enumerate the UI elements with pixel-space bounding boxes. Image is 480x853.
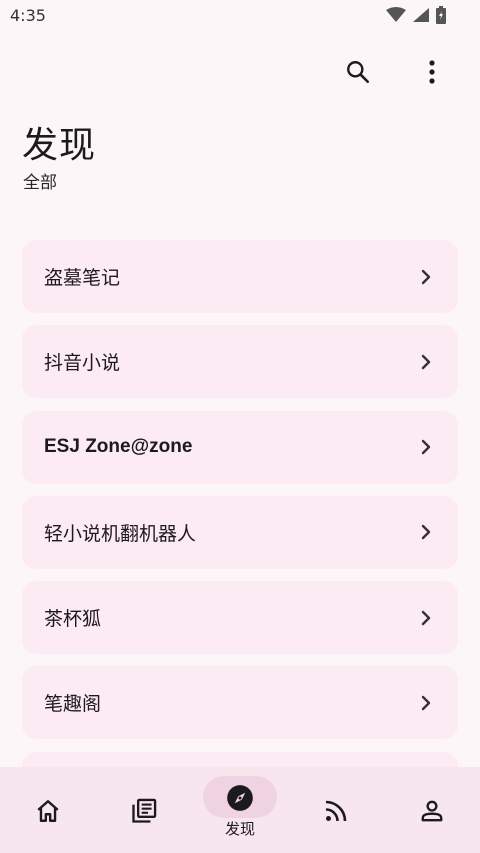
wifi-icon <box>386 7 406 23</box>
list-item[interactable]: 盗墓笔记 <box>22 240 458 313</box>
list-item[interactable]: 茶杯狐 <box>22 581 458 655</box>
list-item[interactable]: ESJ Zone@zone <box>22 410 458 484</box>
chevron-right-icon <box>416 608 436 628</box>
compass-icon <box>226 784 254 812</box>
list-item-label: 抖音小说 <box>44 352 121 375</box>
page-title: 发现 <box>22 125 97 166</box>
chevron-right-icon <box>416 522 436 542</box>
list-item-label: 笔趣阁 <box>44 693 102 716</box>
home-icon <box>34 797 62 825</box>
library-icon <box>130 797 158 825</box>
more-vert-icon <box>428 59 436 89</box>
list-item[interactable]: 笔趣阁 <box>22 666 458 740</box>
list-item[interactable]: 抖音小说 <box>22 325 458 399</box>
person-icon <box>418 797 446 825</box>
search-button[interactable] <box>340 56 376 92</box>
nav-rss[interactable] <box>288 767 384 853</box>
signal-icon <box>412 7 430 23</box>
chevron-right-icon <box>416 352 436 372</box>
chevron-right-icon <box>416 693 436 713</box>
top-actions <box>340 56 450 92</box>
chevron-right-icon <box>416 437 436 457</box>
bottom-nav: 发现 <box>0 767 480 853</box>
list-item-label: 茶杯狐 <box>44 608 102 631</box>
list-item-label: 盗墓笔记 <box>44 267 121 289</box>
page-subtitle[interactable]: 全部 <box>23 168 57 193</box>
nav-library[interactable] <box>96 767 192 853</box>
list-item[interactable]: 轻小说机翻机器人 <box>22 495 458 569</box>
search-icon <box>345 59 371 89</box>
status-bar: 4:35 <box>0 0 480 32</box>
nav-profile[interactable] <box>384 767 480 853</box>
list-item-label: ESJ Zone@zone <box>44 436 193 458</box>
source-list: 盗墓笔记 抖音小说 ESJ Zone@zone 轻小说机翻机器人 茶杯狐 笔趣阁 <box>22 240 458 837</box>
nav-home[interactable] <box>0 767 96 853</box>
nav-discover[interactable]: 发现 <box>192 767 288 853</box>
status-icons <box>386 6 446 24</box>
chevron-right-icon <box>416 267 436 287</box>
nav-label: 发现 <box>224 820 255 838</box>
battery-icon <box>436 6 446 24</box>
rss-icon <box>322 797 350 825</box>
list-item-label: 轻小说机翻机器人 <box>44 522 197 545</box>
status-time: 4:35 <box>10 6 46 25</box>
more-options-button[interactable] <box>414 56 450 92</box>
